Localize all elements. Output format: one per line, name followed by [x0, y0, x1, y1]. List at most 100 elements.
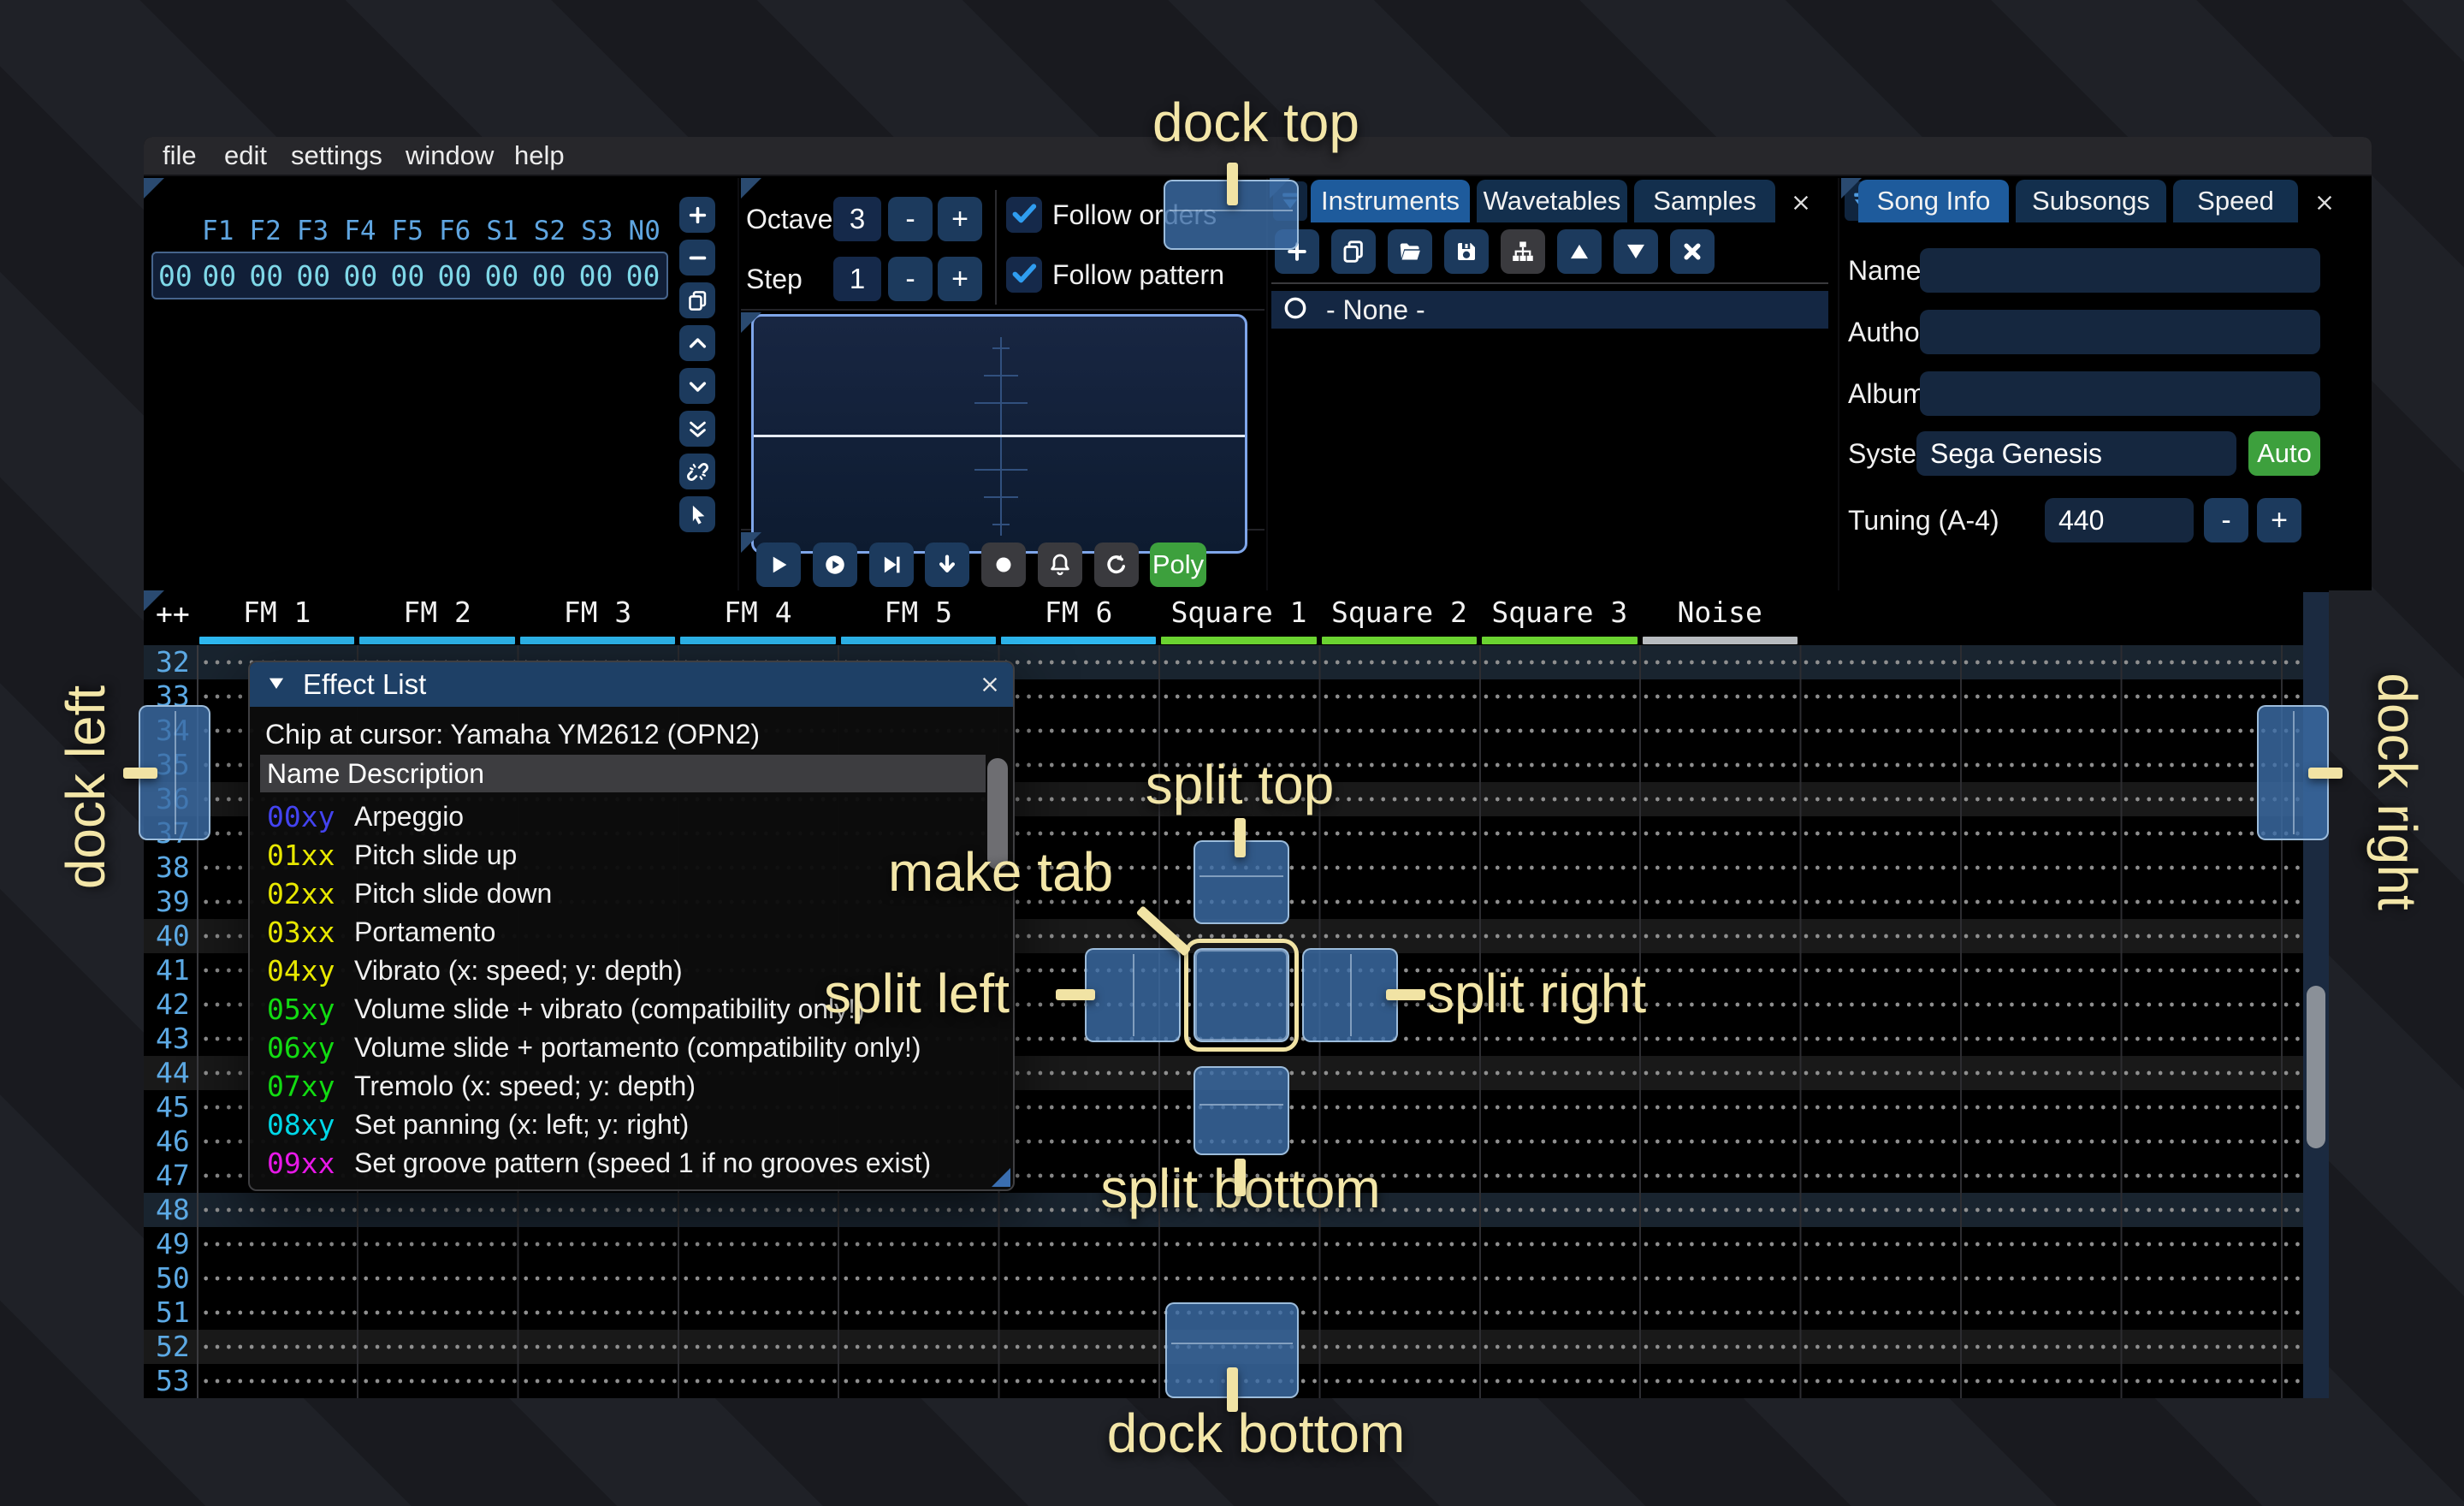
effect-description: Vibrato (x: speed; y: depth) — [354, 955, 683, 987]
tab-instruments[interactable]: Instruments — [1311, 180, 1470, 222]
menu-item-edit[interactable]: edit — [219, 137, 272, 175]
poly-button[interactable]: Poly — [1150, 543, 1206, 587]
orders-cell-S2[interactable]: 00 — [525, 259, 572, 293]
orders-cell-F6[interactable]: 00 — [431, 259, 478, 293]
step-plus-button[interactable]: + — [938, 257, 982, 301]
repeat-pattern-button[interactable] — [1094, 543, 1139, 587]
orders-move-up-button[interactable] — [679, 325, 715, 361]
orders-duplicate-end-button[interactable] — [679, 411, 715, 447]
menu-item-settings[interactable]: settings — [286, 137, 388, 175]
channel-header-square-1[interactable]: Square 1 — [1158, 592, 1318, 633]
split-left-target[interactable] — [1085, 948, 1181, 1042]
orders-column-F4[interactable]: F4 — [336, 216, 383, 246]
tab-subsongs[interactable]: Subsongs — [2016, 180, 2166, 222]
instrument-list-item[interactable]: - None - — [1271, 291, 1828, 329]
channel-header-noise[interactable]: Noise — [1640, 592, 1800, 633]
follow-pattern-checkbox[interactable] — [1006, 257, 1042, 293]
step-value[interactable]: 1 — [833, 257, 881, 301]
orders-move-down-button[interactable] — [679, 368, 715, 404]
orders-column-F1[interactable]: F1 — [194, 216, 241, 246]
tab-speed[interactable]: Speed — [2173, 180, 2298, 222]
resize-grip[interactable] — [992, 1168, 1010, 1187]
channel-header-fm-2[interactable]: FM 2 — [357, 592, 517, 633]
orders-cell-F5[interactable]: 00 — [384, 259, 431, 293]
tuning-field[interactable]: 440 — [2045, 498, 2194, 543]
orders-selected-row[interactable]: 0000000000000000000000 — [151, 252, 668, 299]
instrument-move-up-button[interactable] — [1557, 229, 1602, 274]
system-field[interactable]: Sega Genesis — [1916, 431, 2236, 476]
channel-header-fm-1[interactable]: FM 1 — [197, 592, 357, 633]
menu-item-help[interactable]: help — [509, 137, 570, 175]
effect-list-close-icon[interactable] — [975, 670, 1004, 699]
orders-add-button[interactable] — [679, 197, 715, 233]
instrument-toggle-folders-button[interactable] — [1501, 229, 1545, 274]
song-info-close-icon[interactable] — [2310, 188, 2339, 217]
row-number: 50 — [156, 1261, 190, 1296]
instrument-move-down-button[interactable] — [1614, 229, 1658, 274]
channel-color-bar — [1643, 637, 1798, 644]
menu-item-file[interactable]: file — [157, 137, 202, 175]
instrument-save-button[interactable] — [1444, 229, 1489, 274]
orders-column-F3[interactable]: F3 — [289, 216, 336, 246]
panel-separator[interactable] — [1838, 178, 1839, 590]
name-field[interactable] — [1920, 248, 2320, 293]
instrument-open-button[interactable] — [1388, 229, 1432, 274]
leader-split-right — [1386, 989, 1425, 1000]
orders-column-S2[interactable]: S2 — [526, 216, 573, 246]
step-minus-button[interactable]: - — [888, 257, 933, 301]
pattern-scrollbar-thumb[interactable] — [2307, 986, 2325, 1148]
orders-column-S3[interactable]: S3 — [573, 216, 620, 246]
orders-cell-S1[interactable]: 00 — [478, 259, 525, 293]
channel-header-fm-6[interactable]: FM 6 — [998, 592, 1158, 633]
menu-item-window[interactable]: window — [400, 137, 499, 175]
orders-column-F5[interactable]: F5 — [384, 216, 431, 246]
orders-duplicate-button[interactable] — [679, 282, 715, 318]
instruments-close-icon[interactable] — [1786, 188, 1815, 217]
tab-song-info[interactable]: Song Info — [1858, 180, 2009, 222]
orders-cell-F4[interactable]: 00 — [337, 259, 384, 293]
orders-column-F2[interactable]: F2 — [241, 216, 288, 246]
split-bottom-target[interactable] — [1194, 1066, 1289, 1155]
metronome-button[interactable] — [1038, 543, 1082, 587]
channel-header-fm-5[interactable]: FM 5 — [838, 592, 998, 633]
orders-deep-clone-button[interactable] — [679, 454, 715, 489]
channel-header-square-2[interactable]: Square 2 — [1319, 592, 1479, 633]
orders-order-edit-mode-button[interactable] — [679, 496, 715, 532]
orders-cell-F3[interactable]: 00 — [290, 259, 337, 293]
octave-plus-button[interactable]: + — [938, 197, 982, 241]
play-one-row-button[interactable] — [869, 543, 914, 587]
tuning-minus-button[interactable]: - — [2204, 498, 2248, 543]
tuning-plus-button[interactable]: + — [2257, 498, 2301, 543]
orders-column-F6[interactable]: F6 — [431, 216, 478, 246]
orders-column-N0[interactable]: N0 — [621, 216, 668, 246]
author-field[interactable] — [1920, 310, 2320, 354]
play-button[interactable] — [756, 543, 801, 587]
channel-header-fm-3[interactable]: FM 3 — [518, 592, 678, 633]
instrument-delete-button[interactable] — [1670, 229, 1715, 274]
auto-button[interactable]: Auto — [2248, 431, 2320, 476]
collapse-icon[interactable] — [265, 672, 287, 698]
effect-list-titlebar[interactable]: Effect List — [250, 662, 1013, 707]
orders-cell-N0[interactable]: 00 — [619, 259, 666, 293]
orders-cell-S3[interactable]: 00 — [572, 259, 619, 293]
row-number: 52 — [156, 1330, 190, 1364]
orders-cell-F1[interactable]: 00 — [196, 259, 243, 293]
play-from-beginning-button[interactable] — [813, 543, 857, 587]
split-right-target[interactable] — [1302, 948, 1398, 1042]
orders-column-S1[interactable]: S1 — [478, 216, 525, 246]
record-button[interactable] — [981, 543, 1026, 587]
octave-value[interactable]: 3 — [833, 197, 881, 241]
effect-table-header[interactable]: Name Description — [260, 755, 986, 792]
tab-samples[interactable]: Samples — [1634, 180, 1775, 222]
tab-wavetables[interactable]: Wavetables — [1477, 180, 1627, 222]
album-field[interactable] — [1920, 371, 2320, 416]
follow-orders-checkbox[interactable] — [1006, 197, 1042, 233]
channel-header-square-3[interactable]: Square 3 — [1479, 592, 1639, 633]
step-row-button[interactable] — [925, 543, 969, 587]
orders-cell-F2[interactable]: 00 — [243, 259, 290, 293]
panel-separator[interactable] — [737, 178, 739, 590]
orders-remove-button[interactable] — [679, 240, 715, 276]
octave-minus-button[interactable]: - — [888, 197, 933, 241]
channel-header-fm-4[interactable]: FM 4 — [678, 592, 838, 633]
instrument-duplicate-button[interactable] — [1331, 229, 1376, 274]
